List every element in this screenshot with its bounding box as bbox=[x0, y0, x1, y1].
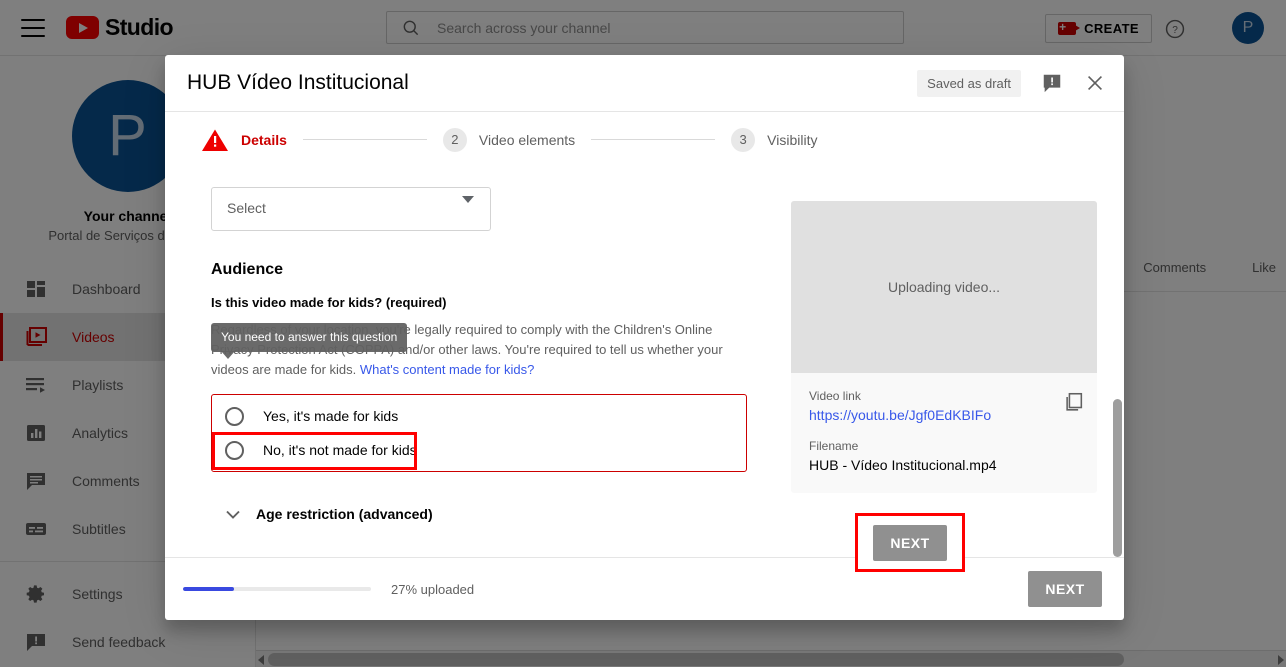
video-link-value[interactable]: https://youtu.be/Jgf0EdKBIFo bbox=[809, 407, 1079, 423]
age-restriction-label: Age restriction (advanced) bbox=[256, 506, 433, 522]
video-side-panel: Uploading video... Video link https://yo… bbox=[747, 167, 1097, 557]
step-number: 3 bbox=[731, 128, 755, 152]
next-button[interactable]: NEXT bbox=[1028, 571, 1102, 607]
made-for-kids-radio-group: Yes, it's made for kids No, it's not mad… bbox=[211, 394, 747, 472]
step-connector bbox=[303, 139, 427, 140]
age-restriction-expander[interactable]: Age restriction (advanced) bbox=[211, 502, 747, 526]
filename-label: Filename bbox=[809, 439, 1079, 453]
audience-section-title: Audience bbox=[211, 261, 747, 279]
step-label: Details bbox=[241, 132, 287, 148]
radio-label: No, it's not made for kids bbox=[263, 442, 417, 458]
answer-required-tooltip: You need to answer this question bbox=[211, 323, 407, 352]
dialog-vertical-scrollbar[interactable] bbox=[1113, 167, 1122, 557]
upload-progress-bar bbox=[183, 587, 371, 591]
filename-value: HUB - Vídeo Institucional.mp4 bbox=[809, 457, 1079, 473]
step-label: Visibility bbox=[767, 132, 817, 148]
select-value: Select bbox=[227, 200, 266, 216]
step-label: Video elements bbox=[479, 132, 575, 148]
close-icon[interactable] bbox=[1084, 72, 1106, 94]
next-button[interactable]: NEXT bbox=[873, 525, 947, 561]
step-visibility[interactable]: 3 Visibility bbox=[731, 128, 817, 152]
upload-dialog: HUB Vídeo Institucional Saved as draft D… bbox=[165, 55, 1124, 620]
chevron-down-icon bbox=[462, 196, 474, 203]
step-number: 2 bbox=[443, 128, 467, 152]
radio-yes-made-for-kids[interactable]: Yes, it's made for kids bbox=[212, 399, 746, 433]
dialog-title: HUB Vídeo Institucional bbox=[187, 71, 917, 95]
dialog-body: Select Audience Is this video made for k… bbox=[165, 167, 1124, 557]
video-thumbnail-placeholder: Uploading video... bbox=[791, 201, 1097, 373]
chevron-down-icon bbox=[221, 502, 245, 526]
feedback-icon[interactable] bbox=[1041, 72, 1063, 94]
content-made-for-kids-link[interactable]: What's content made for kids? bbox=[360, 362, 534, 377]
video-card: Uploading video... Video link https://yo… bbox=[791, 201, 1097, 493]
video-metadata: Video link https://youtu.be/Jgf0EdKBIFo … bbox=[791, 373, 1097, 493]
upload-progress-text: 27% uploaded bbox=[391, 582, 474, 597]
step-details[interactable]: Details bbox=[201, 128, 287, 152]
dialog-footer: 27% uploaded NEXT bbox=[165, 557, 1124, 620]
step-connector bbox=[591, 139, 715, 140]
next-button-highlight: NEXT bbox=[855, 513, 965, 572]
radio-no-not-made-for-kids[interactable]: No, it's not made for kids bbox=[212, 433, 746, 467]
category-select[interactable]: Select bbox=[211, 187, 491, 231]
warning-triangle-icon bbox=[201, 128, 229, 152]
radio-button-icon bbox=[225, 441, 244, 460]
audience-question: Is this video made for kids? (required) bbox=[211, 295, 747, 310]
details-form: Select Audience Is this video made for k… bbox=[211, 167, 747, 557]
radio-button-icon bbox=[225, 407, 244, 426]
upload-progress-fill bbox=[183, 587, 234, 591]
radio-label: Yes, it's made for kids bbox=[263, 408, 398, 424]
dialog-header: HUB Vídeo Institucional Saved as draft bbox=[165, 55, 1124, 111]
copy-icon[interactable] bbox=[1063, 391, 1085, 413]
saved-as-draft-badge: Saved as draft bbox=[917, 70, 1021, 97]
step-video-elements[interactable]: 2 Video elements bbox=[443, 128, 575, 152]
dialog-stepper: Details 2 Video elements 3 Visibility bbox=[165, 111, 1124, 167]
dialog-scrollbar-thumb[interactable] bbox=[1113, 399, 1122, 557]
video-link-label: Video link bbox=[809, 389, 1079, 403]
